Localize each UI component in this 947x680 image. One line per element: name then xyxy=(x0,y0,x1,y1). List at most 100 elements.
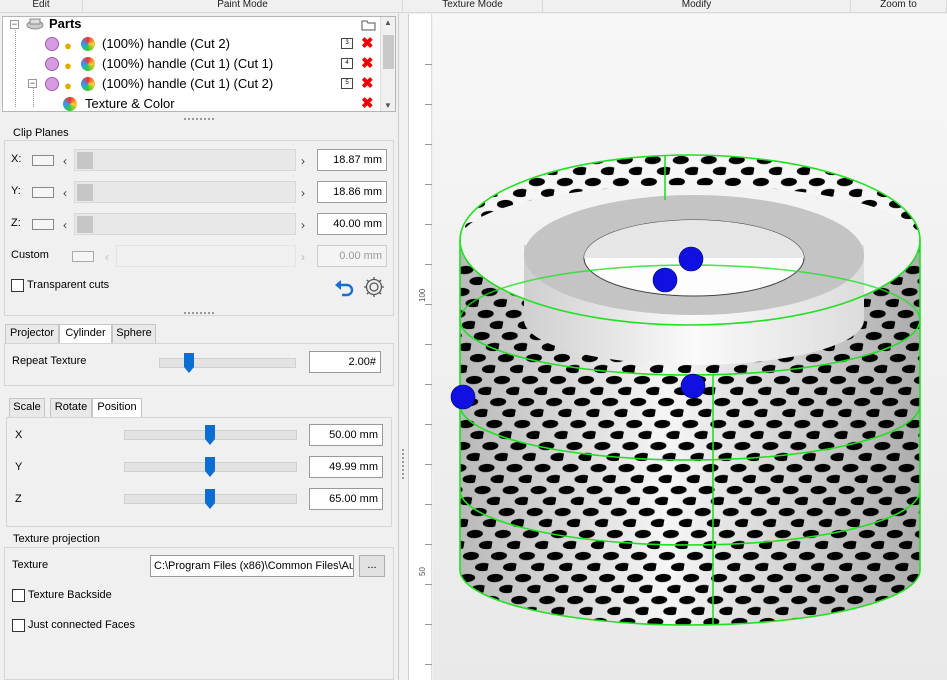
collapse-icon[interactable]: − xyxy=(28,79,37,88)
slider-thumb[interactable] xyxy=(77,216,93,233)
position-z-slider[interactable] xyxy=(124,489,297,509)
clip-y-swatch[interactable] xyxy=(32,187,54,198)
bulb-icon[interactable]: ● xyxy=(64,76,72,96)
position-y-label: Y xyxy=(15,461,23,473)
clip-custom-swatch[interactable] xyxy=(72,251,94,262)
position-y-slider[interactable] xyxy=(124,457,297,477)
menu-modify[interactable]: Modify xyxy=(543,0,851,13)
menu-paint-mode[interactable]: Paint Mode xyxy=(83,0,403,13)
chevron-right-icon[interactable]: › xyxy=(301,154,305,168)
scroll-thumb[interactable] xyxy=(383,35,394,69)
delete-icon[interactable]: ✖ xyxy=(361,55,374,72)
chevron-right-icon[interactable]: › xyxy=(301,186,305,200)
clip-x-input[interactable]: 18.87 mm xyxy=(317,149,387,171)
clip-y-label: Y: xyxy=(11,185,21,197)
position-z-input[interactable]: 65.00 mm xyxy=(309,488,383,510)
visibility-icon[interactable] xyxy=(45,37,59,51)
part-number-icon[interactable]: 5 xyxy=(341,78,353,89)
chevron-right-icon[interactable]: › xyxy=(301,218,305,232)
tree-item[interactable]: − ● (100%) handle (Cut 1) (Cut 2) 5 ✖ xyxy=(3,74,381,94)
manipulator-handle[interactable] xyxy=(652,267,678,293)
chevron-left-icon[interactable]: ‹ xyxy=(63,154,67,168)
clip-x-swatch[interactable] xyxy=(32,155,54,166)
slider-thumb[interactable] xyxy=(77,152,93,169)
clip-y-input[interactable]: 18.86 mm xyxy=(317,181,387,203)
transparent-cuts-label: Transparent cuts xyxy=(27,279,110,291)
tree-root[interactable]: − Parts xyxy=(3,16,381,34)
delete-icon[interactable]: ✖ xyxy=(361,95,374,111)
manipulator-handle[interactable] xyxy=(680,373,706,399)
menubar: Edit Paint Mode Texture Mode Modify Zoom… xyxy=(0,0,947,13)
visibility-icon[interactable] xyxy=(45,77,59,91)
position-x-label: X xyxy=(15,429,23,441)
clip-z-swatch[interactable] xyxy=(32,219,54,230)
browse-button[interactable]: ... xyxy=(359,555,385,577)
slider-thumb[interactable] xyxy=(205,489,215,509)
tab-projector[interactable]: Projector xyxy=(5,324,59,343)
chevron-left-icon[interactable]: ‹ xyxy=(63,186,67,200)
position-x-input[interactable]: 50.00 mm xyxy=(309,424,383,446)
3d-viewport[interactable] xyxy=(433,14,947,680)
texture-label: Texture xyxy=(12,559,49,571)
texture-color-icon[interactable] xyxy=(81,37,95,51)
texture-color-icon[interactable] xyxy=(81,57,95,71)
left-panel: − Parts ● (100%) handle (Cut 2) 3 ✖ ● (1… xyxy=(0,14,398,680)
position-x-slider[interactable] xyxy=(124,425,297,445)
splitter-grip[interactable] xyxy=(184,118,214,121)
menu-edit[interactable]: Edit xyxy=(0,0,83,13)
manipulator-handle[interactable] xyxy=(450,384,476,410)
texture-color-icon[interactable] xyxy=(81,77,95,91)
tab-scale[interactable]: Scale xyxy=(9,398,45,417)
delete-icon[interactable]: ✖ xyxy=(361,35,374,52)
manipulator-handle[interactable] xyxy=(678,246,704,272)
repeat-texture-input[interactable]: 2.00# xyxy=(309,351,381,373)
slider-thumb[interactable] xyxy=(77,184,93,201)
clip-z-input[interactable]: 40.00 mm xyxy=(317,213,387,235)
slider-thumb[interactable] xyxy=(184,353,194,373)
position-y-input[interactable]: 49.99 mm xyxy=(309,456,383,478)
chevron-left-icon[interactable]: ‹ xyxy=(63,218,67,232)
bulb-icon[interactable]: ● xyxy=(64,56,72,76)
chevron-left-icon: ‹ xyxy=(105,250,109,264)
tab-sphere[interactable]: Sphere xyxy=(112,324,156,343)
just-connected-faces-checkbox[interactable] xyxy=(12,619,25,632)
tab-position[interactable]: Position xyxy=(92,398,142,419)
scroll-up-icon[interactable]: ▲ xyxy=(384,18,392,27)
bulb-icon[interactable]: ● xyxy=(64,36,72,56)
scroll-down-icon[interactable]: ▼ xyxy=(384,101,392,110)
splitter-grip[interactable] xyxy=(184,312,214,315)
tree-item[interactable]: Texture & Color ✖ xyxy=(3,94,381,111)
part-number-icon[interactable]: 4 xyxy=(341,58,353,69)
tab-cylinder[interactable]: Cylinder xyxy=(59,324,112,345)
tree-item-label: (100%) handle (Cut 1) (Cut 2) xyxy=(102,76,274,91)
ruler-label: 100 xyxy=(418,288,427,302)
texture-backside-checkbox[interactable] xyxy=(12,589,25,602)
tree-item[interactable]: ● (100%) handle (Cut 1) (Cut 1) 4 ✖ xyxy=(3,54,381,74)
delete-icon[interactable]: ✖ xyxy=(361,75,374,92)
part-number-icon[interactable]: 3 xyxy=(341,38,353,49)
clip-z-slider[interactable] xyxy=(74,213,296,235)
transparent-cuts-checkbox[interactable] xyxy=(11,279,24,292)
gear-icon[interactable] xyxy=(362,275,386,302)
menu-zoom-to[interactable]: Zoom to xyxy=(851,0,947,13)
model-render[interactable] xyxy=(433,14,947,680)
texture-backside-label: Texture Backside xyxy=(28,589,112,601)
slider-thumb[interactable] xyxy=(205,457,215,477)
tab-rotate[interactable]: Rotate xyxy=(50,398,92,417)
visibility-icon[interactable] xyxy=(45,57,59,71)
vertical-ruler: 100 50 xyxy=(408,14,432,680)
tree-scrollbar[interactable]: ▲ ▼ xyxy=(380,17,395,111)
tree-root-label: Parts xyxy=(49,16,82,31)
slider-thumb[interactable] xyxy=(205,425,215,445)
tree-item-label: Texture & Color xyxy=(85,96,175,111)
texture-path-input[interactable]: C:\Program Files (x86)\Common Files\Aut xyxy=(150,555,354,577)
menu-texture-mode[interactable]: Texture Mode xyxy=(403,0,543,13)
repeat-texture-slider[interactable] xyxy=(159,353,296,373)
clip-x-slider[interactable] xyxy=(74,149,296,171)
undo-icon[interactable] xyxy=(333,277,355,300)
panel-splitter[interactable] xyxy=(398,14,408,680)
tree-item[interactable]: ● (100%) handle (Cut 2) 3 ✖ xyxy=(3,34,381,54)
texture-color-icon[interactable] xyxy=(63,97,77,111)
collapse-icon[interactable]: − xyxy=(10,20,19,29)
clip-y-slider[interactable] xyxy=(74,181,296,203)
